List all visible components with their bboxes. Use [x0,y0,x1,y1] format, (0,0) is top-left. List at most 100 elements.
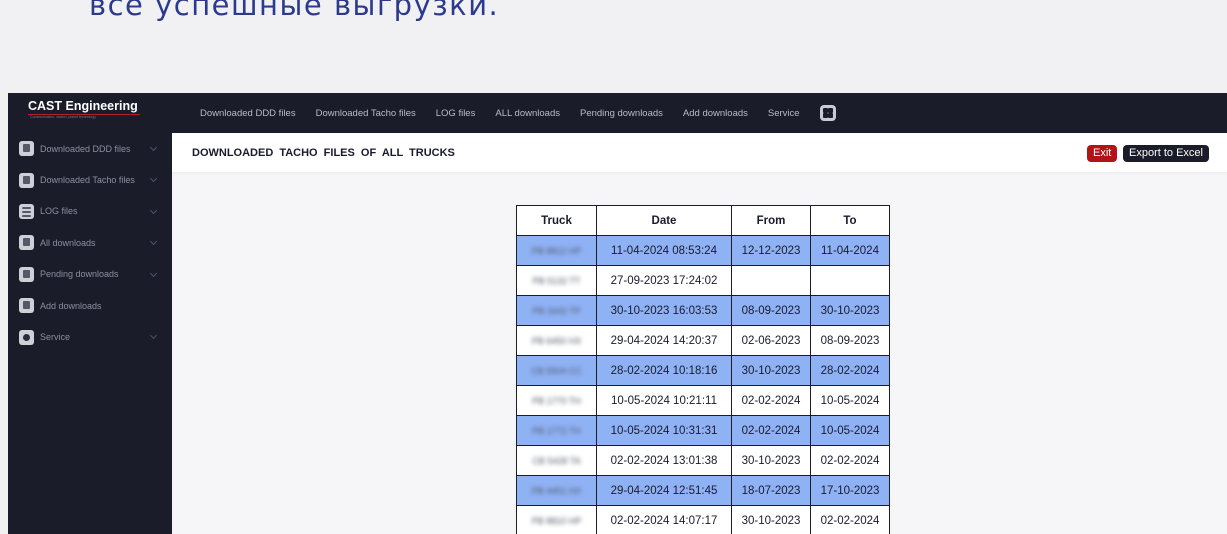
topnav-add-downloads[interactable]: Add downloads [683,108,748,119]
truck-cell: PB 8810 HP [516,505,597,534]
sidebar-item-label: Service [40,332,71,343]
from-cell [731,265,811,296]
truck-plate: PB 1642 TP [532,305,581,316]
sidebar-item-downloaded-tacho[interactable]: Downloaded Tacho files [8,164,172,195]
truck-cell: PB 4451 HX [516,475,597,506]
table-row[interactable]: PB 4451 HX 29-04-2024 12:51:45 18-07-2023 1… [516,475,890,506]
sidebar-item-service[interactable]: Service [8,321,172,352]
top-navbar: CAST Engineering Communication, station,… [8,93,1227,133]
date-cell: 11-04-2024 08:53:24 [596,235,732,266]
topnav-downloaded-ddd[interactable]: Downloaded DDD files [200,108,296,119]
date-cell: 29-04-2024 12:51:45 [596,475,732,506]
truck-plate: PB 4451 HX [531,485,582,496]
sidebar-item-label: LOG files [40,206,78,217]
export-to-excel-button[interactable]: Export to Excel [1123,145,1209,162]
page-title: DOWNLOADED TACHO FILES OF ALL TRUCKS [192,147,455,159]
truck-cell: CB 5428 TA [516,445,597,476]
from-cell: 02-06-2023 [731,325,811,356]
sidebar-item-label: Downloaded DDD files [40,143,131,154]
truck-plate: CB 5428 TA [532,455,581,466]
to-cell: 17-10-2023 [810,475,890,506]
sidebar: Downloaded DDD files Downloaded Tacho fi… [8,133,172,534]
chevron-down-icon [149,269,158,277]
chevron-down-icon [149,143,158,152]
truck-plate: PB 5132 TT [532,275,581,286]
topnav-log-files[interactable]: LOG files [436,108,476,119]
column-header-truck: Truck [516,205,597,236]
chevron-down-icon [149,332,158,340]
table-row[interactable]: PB 1770 TH 10-05-2024 10:21:11 02-02-2024 1… [516,385,890,416]
brand-subtitle: Communication, station, planet technolog… [30,115,96,119]
to-cell: 02-02-2024 [810,505,890,534]
to-cell [810,265,890,296]
chevron-down-icon [149,206,158,214]
table-row[interactable]: PB 8810 HP 02-02-2024 14:07:17 30-10-2023 0… [516,505,890,534]
column-header-date: Date [596,205,732,236]
to-cell: 11-04-2024 [810,235,890,266]
truck-cell: CB 5504 CC [516,355,597,386]
to-cell: 02-02-2024 [810,445,890,476]
sidebar-item-add-downloads[interactable]: Add downloads [8,290,172,321]
gear-icon [19,329,34,345]
file-icon [19,298,34,314]
date-cell: 10-05-2024 10:21:11 [596,385,732,416]
from-cell: 02-02-2024 [731,385,811,416]
from-cell: 30-10-2023 [731,505,811,534]
truck-plate: PB 8812 HP [531,245,582,256]
table-row[interactable]: PB 5132 TT 27-09-2023 17:24:02 [516,265,890,296]
truck-cell: PB 1772 TH [516,415,597,446]
truck-plate: PB 6450 HX [531,335,582,346]
sidebar-item-all-downloads[interactable]: All downloads [8,227,172,258]
to-cell: 10-05-2024 [810,415,890,446]
apps-grid-icon[interactable] [819,105,836,121]
table-row[interactable]: CB 5428 TA 02-02-2024 13:01:38 30-10-2023 0… [516,445,890,476]
file-icon [19,266,34,282]
to-cell: 28-02-2024 [810,355,890,386]
truck-plate: PB 8810 HP [531,515,582,526]
file-icon [19,141,34,157]
table-row[interactable]: CB 5504 CC 28-02-2024 10:18:16 30-10-2023 2… [516,355,890,386]
date-cell: 28-02-2024 10:18:16 [596,355,732,386]
list-icon [19,203,34,219]
sidebar-item-label: All downloads [40,237,96,248]
to-cell: 08-09-2023 [810,325,890,356]
from-cell: 12-12-2023 [731,235,811,266]
truck-plate: PB 1770 TH [532,395,581,406]
downloads-table: Truck Date From To PB 8812 HP 11-04-2024 … [516,205,890,534]
truck-cell: PB 8812 HP [516,235,597,266]
table-header-row: Truck Date From To [516,205,890,236]
topnav-all-downloads[interactable]: ALL downloads [495,108,560,119]
truck-cell: PB 6450 HX [516,325,597,356]
sidebar-item-label: Pending downloads [40,269,119,280]
topnav-downloaded-tacho[interactable]: Downloaded Tacho files [316,108,416,119]
top-nav-links: Downloaded DDD files Downloaded Tacho fi… [200,93,836,133]
chevron-down-icon [149,175,158,183]
to-cell: 30-10-2023 [810,295,890,326]
table-row[interactable]: PB 6450 HX 29-04-2024 14:20:37 02-06-2023 0… [516,325,890,356]
truck-cell: PB 1642 TP [516,295,597,326]
from-cell: 08-09-2023 [731,295,811,326]
truck-plate: CB 5504 CC [531,365,582,376]
date-cell: 30-10-2023 16:03:53 [596,295,732,326]
chevron-down-icon [149,238,158,246]
file-icon [19,235,34,251]
table-row[interactable]: PB 8812 HP 11-04-2024 08:53:24 12-12-2023 1… [516,235,890,266]
sidebar-item-pending-downloads[interactable]: Pending downloads [8,259,172,290]
exit-button[interactable]: Exit [1087,145,1118,162]
from-cell: 30-10-2023 [731,445,811,476]
table-row[interactable]: PB 1772 TH 10-05-2024 10:31:31 02-02-2024 1… [516,415,890,446]
from-cell: 02-02-2024 [731,415,811,446]
sidebar-item-downloaded-ddd[interactable]: Downloaded DDD files [8,133,172,164]
column-header-to: To [810,205,890,236]
truck-cell: PB 1770 TH [516,385,597,416]
topnav-service[interactable]: Service [768,108,800,119]
brand-logo[interactable]: CAST Engineering Communication, station,… [8,93,172,133]
from-cell: 18-07-2023 [731,475,811,506]
sidebar-item-log-files[interactable]: LOG files [8,196,172,227]
date-cell: 10-05-2024 10:31:31 [596,415,732,446]
topnav-pending-downloads[interactable]: Pending downloads [580,108,663,119]
to-cell: 10-05-2024 [810,385,890,416]
sidebar-item-label: Downloaded Tacho files [40,175,135,186]
date-cell: 27-09-2023 17:24:02 [596,265,732,296]
table-row[interactable]: PB 1642 TP 30-10-2023 16:03:53 08-09-2023 3… [516,295,890,326]
